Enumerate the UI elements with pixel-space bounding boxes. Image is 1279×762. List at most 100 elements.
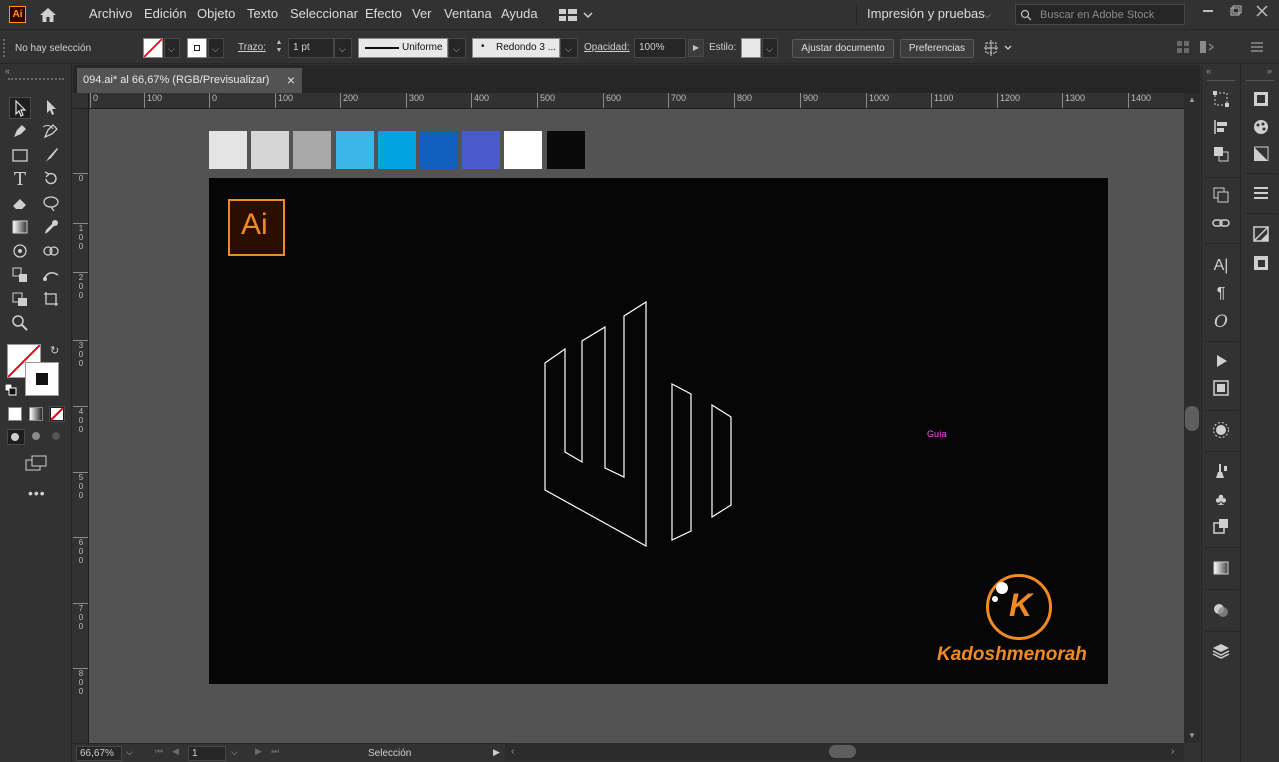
home-icon[interactable] — [38, 6, 58, 24]
asset-export-panel-icon[interactable] — [1250, 254, 1272, 276]
artboards-panel-icon[interactable] — [1210, 186, 1232, 208]
menu-seleccionar[interactable]: Seleccionar — [290, 6, 358, 21]
close-tab-icon[interactable]: × — [287, 68, 295, 93]
transparency-panel-icon[interactable] — [1210, 601, 1232, 623]
color-swatch[interactable] — [378, 131, 416, 169]
draw-behind-icon[interactable] — [29, 429, 45, 445]
dock-grip[interactable] — [1207, 80, 1235, 81]
opacity-label[interactable]: Opacidad: — [584, 42, 630, 53]
brush-dropdown[interactable]: • Redondo 3 ... — [472, 38, 560, 58]
stroke-stepper-icon[interactable]: ▲ ▼ — [273, 39, 285, 57]
stroke-weight-dropdown[interactable]: ⌵ — [334, 38, 352, 58]
style-swatch[interactable] — [741, 38, 761, 58]
draw-normal-icon[interactable] — [7, 429, 25, 445]
gradient-tool-icon[interactable] — [9, 217, 31, 239]
artboard[interactable]: Ai Guía K Kadoshmenorah — [209, 178, 1108, 684]
eyedropper-tool-icon[interactable] — [40, 217, 62, 239]
horizontal-ruler[interactable]: 0 100 0 100 200 300 400 500 600 700 800 … — [89, 93, 1184, 109]
line-art-logo[interactable] — [539, 298, 739, 558]
color-swatch[interactable] — [293, 131, 331, 169]
gradient-panel-icon[interactable] — [1210, 559, 1232, 581]
isolate-icon[interactable] — [1199, 39, 1221, 55]
blend-tool-icon[interactable] — [40, 241, 62, 263]
paintbrush-tool-icon[interactable] — [40, 145, 62, 167]
color-swatch[interactable] — [547, 131, 585, 169]
canvas-area[interactable]: Ai Guía K Kadoshmenorah — [89, 109, 1184, 743]
pathfinder-panel-icon[interactable] — [1210, 145, 1232, 167]
pen-tool-icon[interactable] — [9, 121, 31, 143]
menu-objeto[interactable]: Objeto — [197, 6, 235, 21]
swatches-panel-icon[interactable] — [1250, 145, 1272, 167]
dock-grip[interactable] — [1246, 80, 1274, 81]
transform-panel-icon[interactable] — [1210, 90, 1232, 112]
screen-mode-icon[interactable] — [24, 454, 48, 472]
color-mode-icon[interactable] — [8, 407, 22, 421]
opacity-arrow-icon[interactable]: ▶ — [688, 39, 704, 57]
actions-panel-icon[interactable] — [1210, 352, 1232, 374]
align-panel-icon[interactable] — [1210, 118, 1232, 140]
color-swatch[interactable] — [420, 131, 458, 169]
graphic-styles-panel-icon[interactable] — [1210, 517, 1232, 539]
previous-artboard-icon[interactable]: ◀ — [172, 746, 179, 757]
menu-archivo[interactable]: Archivo — [89, 6, 132, 21]
links-panel-icon[interactable] — [1210, 214, 1232, 236]
zoom-field[interactable]: 66,67% — [76, 746, 122, 761]
color-swatch[interactable] — [209, 131, 247, 169]
image-trace-panel-icon[interactable] — [1250, 225, 1272, 247]
vertical-scrollbar[interactable]: ▲ ▼ — [1184, 93, 1200, 743]
color-swatch[interactable] — [336, 131, 374, 169]
fill-color-swatch[interactable] — [143, 38, 163, 58]
menu-ayuda[interactable]: Ayuda — [501, 6, 538, 21]
collapse-dock-icon[interactable]: « — [1206, 66, 1211, 76]
color-swatch[interactable] — [251, 131, 289, 169]
artboard-dropdown-icon[interactable]: ⌵ — [231, 747, 238, 758]
workspace-chevron-icon[interactable]: ⌵ — [984, 10, 991, 21]
status-menu-icon[interactable]: ▶ — [493, 747, 500, 758]
transform-options-icon[interactable] — [983, 39, 1015, 57]
collapse-dock-2-icon[interactable]: » — [1267, 66, 1272, 76]
live-paint-tool-icon[interactable] — [9, 289, 31, 311]
brushes-panel-icon[interactable] — [1210, 462, 1232, 484]
stroke-weight-field[interactable]: 1 pt — [288, 38, 334, 58]
rectangle-tool-icon[interactable] — [9, 145, 31, 167]
default-colors-icon[interactable] — [4, 383, 17, 396]
workspace-layout-icon[interactable] — [559, 8, 595, 22]
status-mode[interactable]: Selección — [368, 748, 411, 759]
document-tab[interactable]: 094.ai* al 66,67% (RGB/Previsualizar) × — [77, 68, 302, 93]
horizontal-scrollbar[interactable]: ‹ › — [505, 743, 1184, 761]
control-bar-grip[interactable] — [3, 39, 7, 57]
type-tool-icon[interactable]: T — [9, 169, 31, 191]
stroke-dropdown[interactable]: ⌵ — [208, 38, 224, 58]
first-artboard-icon[interactable]: ⏮ — [155, 746, 163, 757]
shape-builder-tool-icon[interactable] — [9, 265, 31, 287]
width-tool-icon[interactable] — [40, 193, 62, 215]
curvature-tool-icon[interactable] — [40, 121, 62, 143]
zoom-dropdown-icon[interactable]: ⌵ — [126, 747, 133, 758]
puppet-warp-tool-icon[interactable] — [40, 265, 62, 287]
appearance-panel-icon[interactable] — [1210, 421, 1232, 443]
artboard-number-field[interactable]: 1 — [188, 746, 226, 761]
menu-texto[interactable]: Texto — [247, 6, 278, 21]
stroke-color-swatch[interactable] — [187, 38, 207, 58]
vertical-ruler[interactable]: 0 1 0 0 2 0 0 3 0 0 4 0 0 5 0 0 6 0 0 7 … — [73, 109, 89, 743]
layers-panel-icon[interactable] — [1210, 642, 1232, 664]
minimize-window-icon[interactable] — [1199, 4, 1217, 18]
artboard-tool-icon[interactable] — [40, 289, 62, 311]
vertical-scroll-thumb[interactable] — [1185, 406, 1199, 431]
collapse-tools-icon[interactable]: « — [5, 66, 10, 76]
scroll-left-icon[interactable]: ‹ — [511, 746, 514, 757]
stroke-profile-dropdown[interactable]: Uniforme — [358, 38, 448, 58]
adjust-document-button[interactable]: Ajustar documento — [792, 39, 894, 58]
color-swatch[interactable] — [462, 131, 500, 169]
symbols-panel-icon[interactable]: ♣ — [1210, 489, 1232, 511]
menu-edicion[interactable]: Edición — [144, 6, 187, 21]
scroll-right-icon[interactable]: › — [1171, 746, 1174, 757]
last-artboard-icon[interactable]: ⏭ — [271, 746, 279, 757]
swap-fill-stroke-icon[interactable]: ↻ — [50, 344, 59, 357]
color-guide-panel-icon[interactable] — [1250, 118, 1272, 140]
tools-grip[interactable] — [8, 78, 64, 81]
stroke-label[interactable]: Trazo: — [238, 42, 266, 53]
restore-window-icon[interactable] — [1226, 4, 1244, 18]
draw-inside-icon[interactable] — [49, 429, 65, 445]
stock-search-field[interactable]: Buscar en Adobe Stock — [1015, 4, 1185, 25]
